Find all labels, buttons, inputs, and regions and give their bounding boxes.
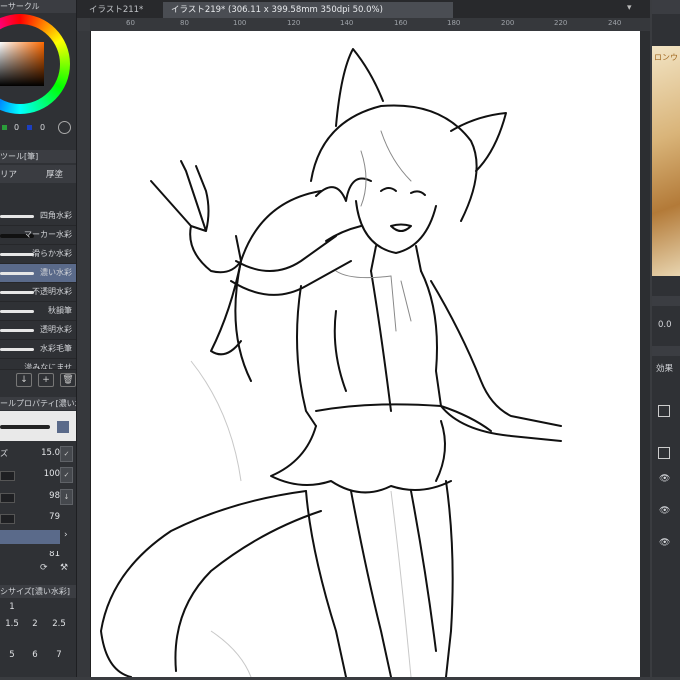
brush-preview (0, 411, 76, 441)
size-cell[interactable]: 7 (47, 650, 71, 664)
green-swatch-icon (2, 125, 7, 130)
left-panel: ーサークル 0 0 ツール[筆] リア 厚塗 四角水彩 マーカー水彩 滑らか水彩… (0, 0, 77, 677)
reset-icon[interactable]: ⟳ (40, 563, 48, 573)
panel-divider (652, 296, 680, 306)
sketch-drawing (100, 48, 562, 678)
document-tab-bar: イラスト211* イラスト219* (306.11 x 399.58mm 350… (77, 0, 650, 18)
layer-opacity-value[interactable]: 0.0 (658, 320, 672, 330)
brush-item[interactable]: 滑らか水彩 (0, 245, 76, 264)
delete-subtool-icon[interactable]: 🗑 (60, 373, 76, 387)
panel-divider (652, 346, 680, 356)
layer-folder-icon[interactable] (658, 447, 670, 459)
right-panel: ロンウ 0.0 効果 👁 👁 👁 (652, 0, 680, 677)
size-cell[interactable]: 1 (0, 602, 24, 616)
size-cell[interactable]: 2 (23, 619, 47, 633)
color-circle-title: ーサークル (0, 0, 76, 13)
subtool-tabs: リア 厚塗 (0, 165, 76, 183)
brush-item[interactable]: 不透明水彩 (0, 283, 76, 302)
subtool-tab-real[interactable]: リア (0, 168, 17, 180)
brush-item-selected[interactable]: 濃い水彩 (0, 264, 76, 283)
size-cell[interactable]: 6 (23, 650, 47, 664)
size-cell[interactable]: 1.5 (0, 619, 24, 633)
eye-icon[interactable]: 👁 (659, 538, 670, 548)
blue-swatch-icon (27, 125, 32, 130)
brush-item[interactable]: 水彩毛筆 (0, 340, 76, 359)
paint-amount-row[interactable]: 98 ↓ (0, 487, 76, 507)
color-wheel[interactable] (0, 14, 70, 114)
chevron-right-icon[interactable]: › (64, 530, 68, 540)
color-mode-icon[interactable] (58, 121, 71, 134)
brush-item[interactable]: 四角水彩 (0, 207, 76, 226)
lock-icon[interactable] (57, 421, 69, 433)
size-cell[interactable]: 2.5 (47, 619, 71, 633)
preview-text: ロンウ (654, 53, 678, 62)
right-panel-header (652, 0, 680, 14)
property-row[interactable]: 81 (0, 551, 76, 561)
tool-property-title: ールプロパティ[濃い水 (0, 397, 76, 410)
tab-illust-211[interactable]: イラスト211* (81, 2, 169, 18)
blend-mode-buttons[interactable] (0, 530, 60, 544)
drawing-canvas[interactable] (91, 31, 640, 678)
layer-mask-icon[interactable] (658, 405, 670, 417)
left-ruler (77, 31, 91, 677)
color-value-b: 0 (40, 123, 46, 132)
size-cell[interactable]: 5 (0, 650, 24, 664)
effect-label: 効果 (656, 364, 674, 374)
eye-icon[interactable]: 👁 (659, 474, 670, 484)
brush-item[interactable]: 透明水彩 (0, 321, 76, 340)
add-subtool-icon[interactable]: + (38, 373, 54, 387)
navigator-preview[interactable]: ロンウ (652, 46, 680, 276)
opacity-row[interactable]: 100 ✓ (0, 465, 76, 485)
subtool-tab-thick[interactable]: 厚塗 (46, 168, 63, 180)
top-ruler: 60 80 100 120 140 160 180 200 220 240 (90, 18, 650, 32)
canvas-scrollbar[interactable] (640, 31, 650, 677)
color-value-r: 0 (14, 123, 20, 132)
brush-item[interactable]: 滲みなにませ (0, 359, 76, 370)
copy-subtool-icon[interactable]: ↓ (16, 373, 32, 387)
tab-illust-219[interactable]: イラスト219* (306.11 x 399.58mm 350dpi 50.0%… (163, 2, 453, 18)
subtool-title: ツール[筆] (0, 150, 76, 163)
brush-item[interactable]: マーカー水彩 (0, 226, 76, 245)
wrench-icon[interactable]: ⚒ (60, 563, 68, 573)
brush-size-row[interactable]: ズ 15.0 ✓ (0, 444, 76, 464)
paint-density-row[interactable]: 79 (0, 508, 76, 528)
eye-icon[interactable]: 👁 (659, 506, 670, 516)
brush-size-title: シサイズ[濃い水彩] (0, 585, 76, 598)
tab-menu-icon[interactable]: ▾ (627, 3, 632, 13)
brush-item[interactable]: 秋韻筆 (0, 302, 76, 321)
color-square[interactable] (0, 42, 44, 86)
